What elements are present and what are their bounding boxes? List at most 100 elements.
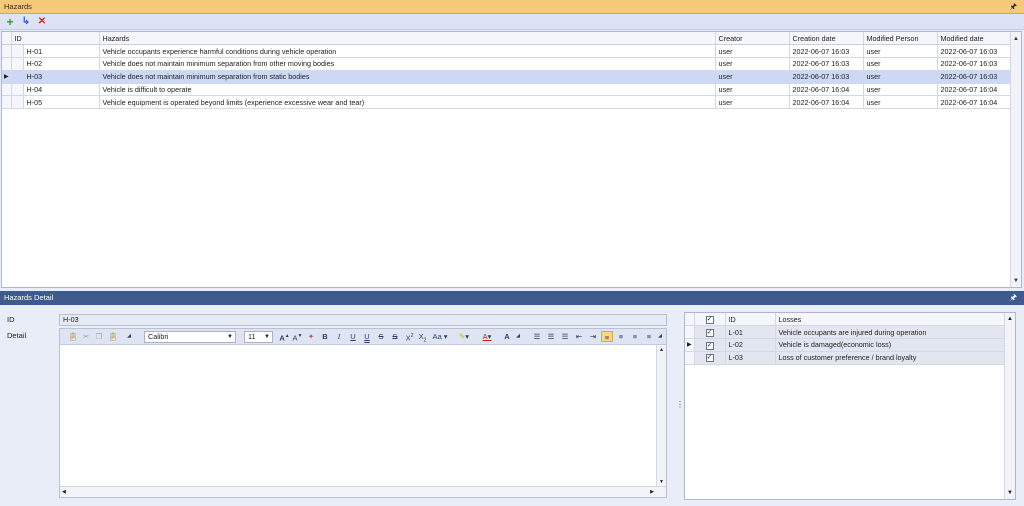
change-case-icon[interactable]: Aa ▾: [431, 331, 449, 342]
row-checkbox[interactable]: ✓: [694, 325, 726, 340]
italic-icon[interactable]: I: [335, 331, 343, 342]
double-underline-icon[interactable]: U: [363, 331, 371, 342]
cell-loss[interactable]: Vehicle is damaged(economic loss): [775, 338, 1006, 352]
column-header-losses[interactable]: Losses: [775, 313, 1006, 327]
row-indicator[interactable]: [2, 95, 12, 110]
cell-modified-date[interactable]: 2022-06-07 16:03: [937, 44, 1012, 59]
cell-id[interactable]: L-01: [725, 325, 776, 340]
bold-icon[interactable]: B: [321, 331, 329, 342]
column-header-modified-date[interactable]: Modified date: [937, 32, 1012, 46]
clear-formatting-icon[interactable]: ✦: [306, 331, 316, 342]
copy-icon[interactable]: ❐: [94, 331, 104, 342]
cell-creator[interactable]: user: [715, 70, 790, 84]
cell-modified-date[interactable]: 2022-06-07 16:03: [937, 70, 1012, 84]
arrow-turn-icon[interactable]: ↳: [19, 15, 33, 29]
scroll-down-icon[interactable]: ▼: [1007, 490, 1013, 496]
cell-creation-date[interactable]: 2022-06-07 16:04: [789, 95, 864, 110]
row-indicator[interactable]: [685, 351, 695, 365]
pin-icon[interactable]: 🖈︎: [1010, 292, 1017, 306]
bullets-icon[interactable]: ☰: [532, 331, 542, 342]
clipboard-expand-icon[interactable]: ◢: [126, 331, 132, 342]
highlight-color-icon[interactable]: ✎︎▾: [455, 331, 473, 342]
numbering-icon[interactable]: ☰: [546, 331, 556, 342]
cell-hazard[interactable]: Vehicle is difficult to operate: [99, 83, 716, 97]
table-row-selected[interactable]: ▶ H-03 Vehicle does not maintain minimum…: [2, 70, 1012, 84]
column-header-modified-person[interactable]: Modified Person: [863, 32, 938, 46]
paste-icon[interactable]: 📋︎: [68, 331, 78, 342]
subscript-icon[interactable]: X2: [418, 331, 427, 344]
table-row-selected[interactable]: ▶ ✓ L-02 Vehicle is damaged(economic los…: [685, 338, 1006, 352]
pin-icon[interactable]: 🖈︎: [1010, 1, 1017, 15]
font-expand-icon[interactable]: ◢: [515, 331, 521, 342]
strikethrough-icon[interactable]: S: [377, 331, 385, 342]
paste-special-icon[interactable]: 📋︎: [108, 331, 118, 342]
cell-hazard[interactable]: Vehicle equipment is operated beyond lim…: [99, 95, 716, 110]
editor-horizontal-scrollbar[interactable]: ◀ ▶: [60, 486, 666, 497]
cell-creator[interactable]: user: [715, 95, 790, 110]
cell-modified-date[interactable]: 2022-06-07 16:03: [937, 57, 1012, 71]
detail-rich-text-editor[interactable]: 📋︎ ✂︎ ❐ 📋︎ ◢ Calibri ▼ 11 ▼ A▲ A▼ ✦ B I …: [59, 328, 667, 498]
cell-modified-person[interactable]: user: [863, 70, 938, 84]
cell-modified-person[interactable]: user: [863, 95, 938, 110]
cell-hazard[interactable]: Vehicle occupants experience harmful con…: [99, 44, 716, 59]
align-left-icon[interactable]: ≡: [601, 331, 613, 342]
row-checkbox[interactable]: ✓: [694, 338, 726, 352]
cell-modified-person[interactable]: user: [863, 44, 938, 59]
select-all-checkbox[interactable]: ✓: [694, 313, 726, 327]
scroll-down-icon[interactable]: ▼: [1013, 278, 1019, 284]
font-dialog-icon[interactable]: A: [502, 331, 512, 342]
cell-creation-date[interactable]: 2022-06-07 16:03: [789, 57, 864, 71]
shrink-font-icon[interactable]: A▼: [292, 331, 303, 343]
column-header-hazards[interactable]: Hazards: [99, 32, 716, 46]
losses-vertical-scrollbar[interactable]: ▲ ▼: [1004, 313, 1015, 499]
scroll-up-icon[interactable]: ▲: [1007, 316, 1013, 322]
cell-creator[interactable]: user: [715, 57, 790, 71]
row-indicator[interactable]: [2, 44, 12, 59]
cell-id[interactable]: H-02: [23, 57, 100, 71]
scroll-up-icon[interactable]: ▲: [1013, 36, 1019, 42]
grow-font-icon[interactable]: A▲: [279, 331, 290, 343]
cell-modified-date[interactable]: 2022-06-07 16:04: [937, 83, 1012, 97]
paragraph-expand-icon[interactable]: ◢: [657, 331, 663, 342]
cell-id[interactable]: H-01: [23, 44, 100, 59]
cell-id[interactable]: H-03: [23, 70, 100, 84]
splitter-grip-icon[interactable]: ⋮: [676, 400, 684, 409]
column-header-id[interactable]: ID: [11, 32, 100, 46]
scroll-up-icon[interactable]: ▲: [659, 347, 664, 353]
row-checkbox[interactable]: ✓: [694, 351, 726, 365]
cell-creator[interactable]: user: [715, 83, 790, 97]
cell-loss[interactable]: Vehicle occupants are injured during ope…: [775, 325, 1006, 340]
cut-icon[interactable]: ✂︎: [81, 331, 91, 342]
table-row[interactable]: H-01 Vehicle occupants experience harmfu…: [2, 44, 1012, 59]
double-strikethrough-icon[interactable]: S: [391, 331, 399, 342]
x-icon[interactable]: ✕: [35, 15, 49, 29]
table-row[interactable]: ✓ L-03 Loss of customer preference / bra…: [685, 351, 1006, 365]
cell-modified-person[interactable]: user: [863, 57, 938, 71]
column-header-id[interactable]: ID: [725, 313, 776, 327]
cell-creator[interactable]: user: [715, 44, 790, 59]
table-row[interactable]: ✓ L-01 Vehicle occupants are injured dur…: [685, 325, 1006, 340]
decrease-indent-icon[interactable]: ⇤: [574, 331, 584, 342]
hazards-vertical-scrollbar[interactable]: ▲ ▼: [1010, 32, 1021, 287]
cell-creation-date[interactable]: 2022-06-07 16:04: [789, 83, 864, 97]
font-name-select[interactable]: Calibri ▼: [144, 331, 236, 343]
row-indicator-arrow-icon[interactable]: ▶: [2, 70, 12, 84]
cell-creation-date[interactable]: 2022-06-07 16:03: [789, 70, 864, 84]
row-indicator[interactable]: [2, 83, 12, 97]
column-header-creation-date[interactable]: Creation date: [789, 32, 864, 46]
cell-modified-person[interactable]: user: [863, 83, 938, 97]
scroll-left-icon[interactable]: ◀: [62, 489, 66, 495]
cell-modified-date[interactable]: 2022-06-07 16:04: [937, 95, 1012, 110]
font-color-icon[interactable]: A▾: [478, 331, 496, 342]
row-indicator-arrow-icon[interactable]: ▶: [685, 338, 695, 352]
cell-loss[interactable]: Loss of customer preference / brand loya…: [775, 351, 1006, 365]
superscript-icon[interactable]: X2: [405, 331, 414, 343]
cell-id[interactable]: L-03: [725, 351, 776, 365]
align-center-icon[interactable]: ≡: [616, 331, 626, 342]
editor-vertical-scrollbar[interactable]: ▲ ▼: [656, 345, 666, 486]
align-right-icon[interactable]: ≡: [630, 331, 640, 342]
plus-icon[interactable]: +: [3, 15, 17, 29]
justify-icon[interactable]: ≡: [644, 331, 654, 342]
scroll-right-icon[interactable]: ▶: [650, 489, 654, 495]
table-row[interactable]: H-05 Vehicle equipment is operated beyon…: [2, 95, 1012, 110]
